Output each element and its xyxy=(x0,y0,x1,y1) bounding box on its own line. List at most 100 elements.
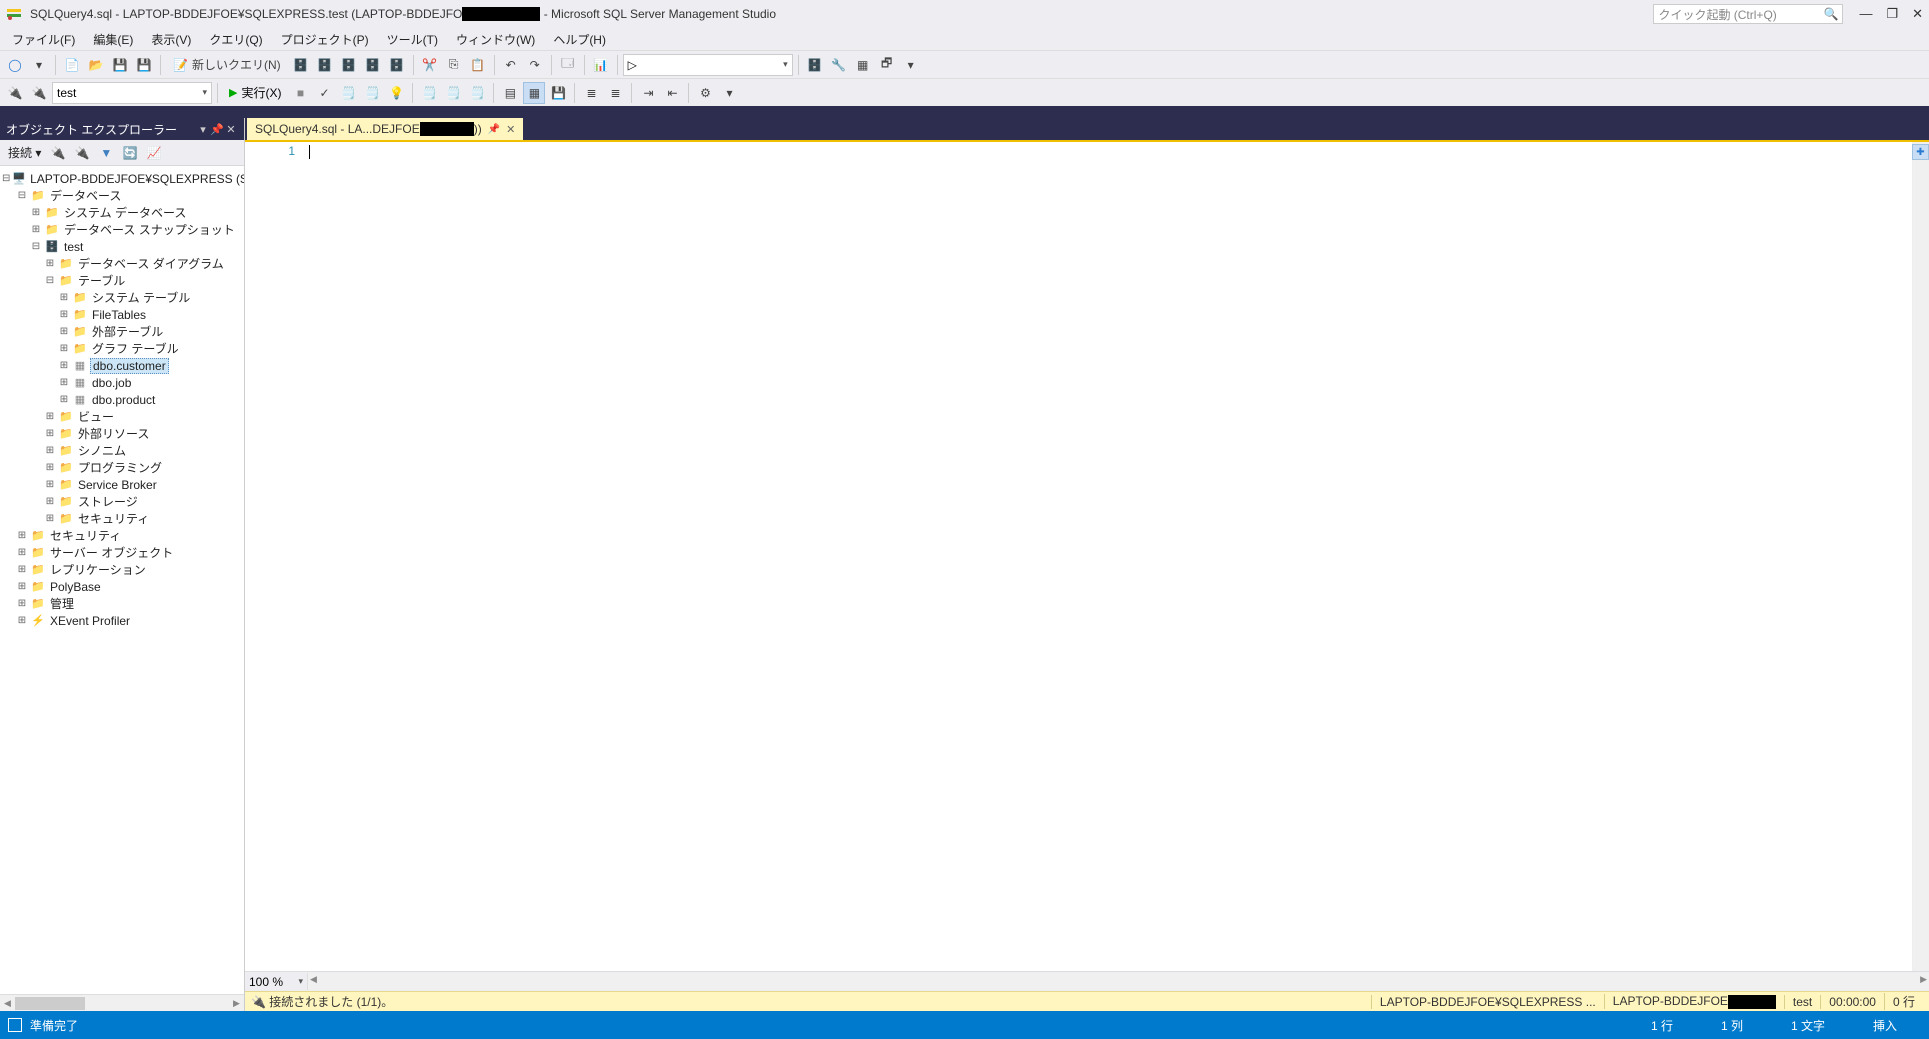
editor-vscroll[interactable] xyxy=(1912,142,1929,971)
new-project-button[interactable]: 📄 xyxy=(61,54,83,76)
menu-tools[interactable]: ツール(T) xyxy=(379,29,446,50)
uncomment-button[interactable]: ≣ xyxy=(604,82,626,104)
comment-button[interactable]: ≣ xyxy=(580,82,602,104)
replication-node[interactable]: レプリケーション xyxy=(48,561,148,578)
object-tree[interactable]: ⊟🖥️LAPTOP-BDDEJFOE¥SQLEXPRESS (SQL ⊟📁データ… xyxy=(0,166,244,994)
sql-editor[interactable] xyxy=(305,142,1912,971)
tab-pin-icon[interactable]: 📌 xyxy=(488,124,500,135)
filetables-node[interactable]: FileTables xyxy=(90,308,148,322)
menu-file[interactable]: ファイル(F) xyxy=(4,29,83,50)
table-customer-node[interactable]: dbo.customer xyxy=(90,358,169,374)
window-button[interactable]: 🗗 xyxy=(876,54,898,76)
copy-button[interactable]: ⎘ xyxy=(443,54,465,76)
intellisense-button[interactable]: 💡 xyxy=(385,82,407,104)
template-button[interactable]: ▦ xyxy=(852,54,874,76)
servicebroker-node[interactable]: Service Broker xyxy=(76,478,159,492)
menu-view[interactable]: 表示(V) xyxy=(143,29,199,50)
database-combo[interactable]: test▾ xyxy=(52,82,212,104)
editor-hscroll[interactable]: ◀ ▶ xyxy=(307,973,1929,990)
redo-button[interactable]: ↷ xyxy=(524,54,546,76)
dmx-query-button[interactable]: 🗄️ xyxy=(362,54,384,76)
quick-launch-input[interactable]: クイック起動 (Ctrl+Q)🔍 xyxy=(1653,4,1843,24)
tables-node[interactable]: テーブル xyxy=(76,272,127,289)
activity-monitor-button[interactable]: 📈 xyxy=(143,142,165,164)
include-stats-button[interactable]: 🗒️ xyxy=(442,82,464,104)
overflow-button[interactable]: ▾ xyxy=(900,54,922,76)
query-options-button[interactable]: 🗒️ xyxy=(361,82,383,104)
indent-button[interactable]: ⇥ xyxy=(637,82,659,104)
new-query-button[interactable]: 📝 新しいクエリ(N) xyxy=(166,54,288,76)
menu-query[interactable]: クエリ(Q) xyxy=(201,29,270,50)
undo-button[interactable]: ↶ xyxy=(500,54,522,76)
xevent-node[interactable]: XEvent Profiler xyxy=(48,614,132,628)
outdent-button[interactable]: ⇤ xyxy=(661,82,683,104)
db-test-node[interactable]: test xyxy=(62,240,85,254)
connect-button[interactable]: 🔌 xyxy=(4,82,26,104)
live-stats-button[interactable]: 🗒️ xyxy=(466,82,488,104)
filter-button[interactable]: ▼ xyxy=(95,142,117,164)
mdx-query-button[interactable]: 🗄️ xyxy=(338,54,360,76)
solution-combo[interactable]: ▷▾ xyxy=(623,54,793,76)
tab-sqlquery4[interactable]: SQLQuery4.sql - LA...DEJFOE)) 📌 ✕ xyxy=(247,118,523,140)
nav-back-button[interactable]: ◯ xyxy=(4,54,26,76)
graphtables-node[interactable]: グラフ テーブル xyxy=(90,340,181,357)
tree-hscroll[interactable]: ◀ ▶ xyxy=(0,994,244,1011)
connect-dropdown[interactable]: 接続 ▾ xyxy=(4,144,45,161)
menu-help[interactable]: ヘルプ(H) xyxy=(545,29,614,50)
exttables-node[interactable]: 外部テーブル xyxy=(90,323,165,340)
db-security-node[interactable]: セキュリティ xyxy=(76,510,151,527)
save-all-button[interactable]: 💾 xyxy=(133,54,155,76)
databases-node[interactable]: データベース xyxy=(48,187,123,204)
split-button[interactable]: ✚ xyxy=(1912,144,1929,160)
sysdb-node[interactable]: システム データベース xyxy=(62,204,188,221)
maximize-button[interactable]: ❐ xyxy=(1886,6,1898,22)
server-node[interactable]: LAPTOP-BDDEJFOE¥SQLEXPRESS (SQL xyxy=(28,172,244,186)
management-node[interactable]: 管理 xyxy=(48,595,76,612)
nav-fwd-button[interactable]: ▾ xyxy=(28,54,50,76)
activity-button[interactable]: 📊 xyxy=(590,54,612,76)
cut-button[interactable]: ✂️ xyxy=(419,54,441,76)
execute-button[interactable]: ▶実行(X) xyxy=(223,82,287,104)
estimated-plan-button[interactable]: 🗒️ xyxy=(337,82,359,104)
minimize-button[interactable]: — xyxy=(1859,6,1872,22)
security-node[interactable]: セキュリティ xyxy=(48,527,123,544)
paste-button[interactable]: 📋 xyxy=(467,54,489,76)
results-grid-button[interactable]: ▦ xyxy=(523,82,545,104)
open-button[interactable]: 📂 xyxy=(85,54,107,76)
panel-close-icon[interactable]: ✕ xyxy=(224,123,238,136)
registered-button[interactable]: 🗄️ xyxy=(804,54,826,76)
close-button[interactable]: ✕ xyxy=(1912,6,1923,22)
diagram-node[interactable]: データベース ダイアグラム xyxy=(76,255,226,272)
views-node[interactable]: ビュー xyxy=(76,408,116,425)
systables-node[interactable]: システム テーブル xyxy=(90,289,192,306)
as-query-button[interactable]: 🗄️ xyxy=(314,54,336,76)
parse-button[interactable]: ✓ xyxy=(313,82,335,104)
refresh-button[interactable]: 🔄 xyxy=(119,142,141,164)
table-product-node[interactable]: dbo.product xyxy=(90,393,157,407)
include-plan-button[interactable]: 🗒️ xyxy=(418,82,440,104)
results-file-button[interactable]: 💾 xyxy=(547,82,569,104)
menu-project[interactable]: プロジェクト(P) xyxy=(273,29,377,50)
db-query-button[interactable]: 🗄️ xyxy=(290,54,312,76)
stop-button[interactable]: ■ xyxy=(289,82,311,104)
tools-button[interactable]: 🔧 xyxy=(828,54,850,76)
menu-edit[interactable]: 編集(E) xyxy=(85,29,141,50)
save-button[interactable]: 💾 xyxy=(109,54,131,76)
storage-node[interactable]: ストレージ xyxy=(76,493,140,510)
table-job-node[interactable]: dbo.job xyxy=(90,376,133,390)
change-connection-button[interactable]: 🔌 xyxy=(28,82,50,104)
synonyms-node[interactable]: シノニム xyxy=(76,442,128,459)
properties-button[interactable]: 🗔 xyxy=(557,54,579,76)
disconnect-button[interactable]: 🔌 xyxy=(47,142,69,164)
menu-window[interactable]: ウィンドウ(W) xyxy=(448,29,543,50)
xmla-query-button[interactable]: 🗄️ xyxy=(386,54,408,76)
panel-pin-icon[interactable]: 📌 xyxy=(210,123,224,136)
disconnect-all-button[interactable]: 🔌 xyxy=(71,142,93,164)
extres-node[interactable]: 外部リソース xyxy=(76,425,151,442)
serverobjects-node[interactable]: サーバー オブジェクト xyxy=(48,544,175,561)
snapshot-node[interactable]: データベース スナップショット xyxy=(62,221,237,238)
zoom-combo[interactable]: 100 %▾ xyxy=(245,975,307,989)
programming-node[interactable]: プログラミング xyxy=(76,459,164,476)
overflow2-button[interactable]: ▾ xyxy=(718,82,740,104)
tab-close-icon[interactable]: ✕ xyxy=(506,123,515,136)
